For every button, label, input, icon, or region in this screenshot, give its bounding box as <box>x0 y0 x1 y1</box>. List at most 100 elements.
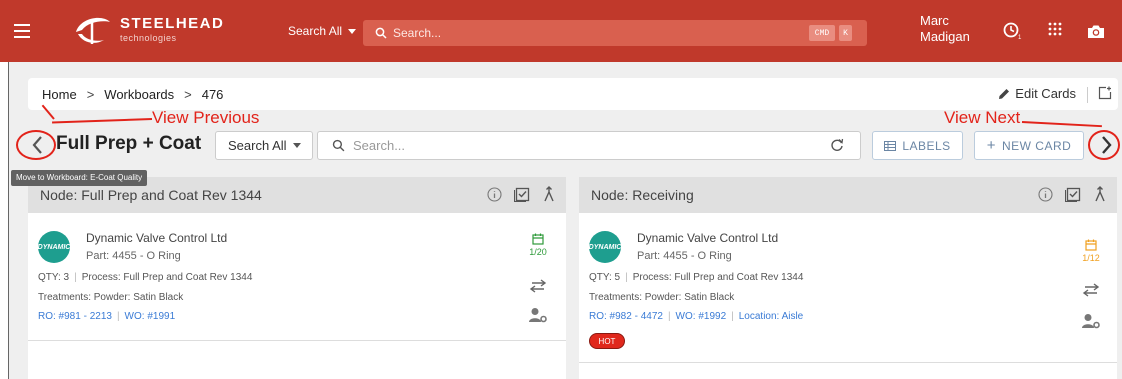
plus-icon: + <box>986 137 996 154</box>
history-icon[interactable]: 1 <box>1003 22 1025 40</box>
board-title: Full Prep + Coat <box>56 133 202 154</box>
card-details-line: QTY: 5 | Process: Full Prep and Coat Rev 1… <box>589 272 803 283</box>
location-link[interactable]: Location: Aisle <box>739 311 804 322</box>
steelhead-logo-icon[interactable] <box>72 12 112 48</box>
board-search-scope-dropdown[interactable]: Search All <box>215 131 313 160</box>
quantity: QTY: 5 <box>589 272 621 283</box>
swap-arrows-icon[interactable] <box>1081 283 1101 297</box>
due-date-count: 1/20 <box>529 247 547 257</box>
order-links: RO: #982 - 4472 | WO: #1992 | Location: Aisl… <box>589 311 803 322</box>
labels-button-label: LABELS <box>902 138 951 153</box>
brand-subtitle: technologies <box>120 33 177 43</box>
column-header: Node: Receiving <box>579 177 1117 213</box>
search-icon <box>375 27 387 39</box>
treatments: Treatments: Powder: Satin Black <box>38 292 184 303</box>
breadcrumb-bar: Home > Workboards > 476 Edit Cards <box>28 78 1118 110</box>
move-workboard-tooltip: Move to Workboard: E-Coat Quality <box>11 170 148 186</box>
treatments: Treatments: Powder: Satin Black <box>589 292 735 303</box>
search-icon <box>332 139 345 152</box>
top-bar: STEELHEAD technologies Search All CMD K … <box>0 0 1122 62</box>
view-previous-annotation: View Previous <box>152 108 260 127</box>
calendar-icon <box>532 233 544 245</box>
shortcut-k-key: K <box>839 25 852 41</box>
info-icon[interactable] <box>1038 186 1053 202</box>
refresh-icon[interactable] <box>830 138 844 152</box>
menu-icon[interactable] <box>14 24 30 38</box>
part-number: Part: 4455 - O Ring <box>637 250 732 262</box>
calendar-icon <box>1085 239 1097 251</box>
merge-icon[interactable] <box>542 186 556 202</box>
previous-workboard-button[interactable] <box>28 133 48 157</box>
camera-icon[interactable] <box>1087 24 1105 39</box>
hot-tag[interactable]: HOT <box>589 333 625 349</box>
job-card[interactable]: DYNAMIC Dynamic Valve Control Ltd Part: … <box>579 213 1117 363</box>
user-last-name: Madigan <box>920 29 970 44</box>
page-left-border <box>8 62 9 379</box>
customer-logo: DYNAMIC <box>38 231 70 263</box>
labels-button[interactable]: LABELS <box>872 131 963 160</box>
pipe-separator: | <box>74 272 77 283</box>
assign-user-icon[interactable] <box>528 307 548 323</box>
column-actions <box>1038 186 1107 202</box>
swap-arrows-icon[interactable] <box>528 279 548 293</box>
apps-grid-icon[interactable] <box>1048 22 1062 38</box>
board-search-input[interactable] <box>353 138 823 153</box>
assign-user-icon[interactable] <box>1081 313 1101 329</box>
customer-logo: DYNAMIC <box>589 231 621 263</box>
view-next-annotation: View Next <box>944 108 1021 127</box>
user-first-name: Marc <box>920 13 949 28</box>
global-search-input[interactable] <box>393 26 793 40</box>
divider <box>1087 87 1088 103</box>
column-title: Node: Receiving <box>591 187 694 203</box>
brand: STEELHEAD technologies <box>120 15 224 43</box>
chevron-down-icon <box>348 28 357 34</box>
due-date-indicator[interactable]: 1/12 <box>1079 239 1103 263</box>
checklist-icon[interactable] <box>1065 186 1081 202</box>
edit-cards-label: Edit Cards <box>1015 86 1076 101</box>
pipe-separator: | <box>667 311 671 322</box>
search-scope-dropdown[interactable]: Search All <box>288 24 357 38</box>
pipe-separator: | <box>116 311 120 322</box>
pencil-icon <box>999 88 1010 99</box>
breadcrumb-separator: > <box>184 86 192 102</box>
pipe-separator: | <box>731 311 734 322</box>
part-number: Part: 4455 - O Ring <box>86 250 181 262</box>
brand-name: STEELHEAD <box>120 15 225 32</box>
breadcrumb-home[interactable]: Home <box>42 87 77 102</box>
breadcrumb-workboards[interactable]: Workboards <box>104 87 174 102</box>
new-card-button-label: NEW CARD <box>1001 138 1072 153</box>
edit-cards-button[interactable]: Edit Cards <box>997 86 1076 101</box>
next-workboard-button[interactable] <box>1096 133 1116 157</box>
pipe-separator: | <box>625 272 628 283</box>
due-date-indicator[interactable]: 1/20 <box>526 233 550 257</box>
wo-link[interactable]: WO: #1991 <box>125 311 176 322</box>
quantity: QTY: 3 <box>38 272 70 283</box>
due-date-count: 1/12 <box>1082 253 1100 263</box>
breadcrumb-current: 476 <box>201 86 224 102</box>
board-search[interactable] <box>317 131 861 160</box>
new-card-button[interactable]: + NEW CARD <box>974 131 1084 160</box>
ro-link[interactable]: RO: #981 - 2213 <box>38 311 112 322</box>
column-actions <box>487 186 556 202</box>
checklist-icon[interactable] <box>514 186 530 202</box>
customer-name: Dynamic Valve Control Ltd <box>86 231 228 245</box>
search-scope-label: Search All <box>288 24 343 38</box>
breadcrumb-separator: > <box>86 86 95 102</box>
merge-icon[interactable] <box>1093 186 1107 202</box>
card-details-line: QTY: 3 | Process: Full Prep and Coat Rev 1… <box>38 272 252 283</box>
labels-icon <box>884 140 897 151</box>
workboard-column: Node: Receiving DYNAMIC Dynamic Valve Co… <box>579 177 1117 379</box>
add-card-icon[interactable] <box>1098 86 1112 100</box>
board-search-scope-label: Search All <box>228 138 287 153</box>
wo-link[interactable]: WO: #1992 <box>676 311 727 322</box>
global-search[interactable]: CMD K <box>363 20 867 46</box>
workboard-column: Node: Full Prep and Coat Rev 1344 DYNAMI… <box>28 177 566 379</box>
shortcut-cmd-key: CMD <box>809 25 835 41</box>
info-icon[interactable] <box>487 186 502 202</box>
chevron-down-icon <box>292 143 301 148</box>
ro-link[interactable]: RO: #982 - 4472 <box>589 311 663 322</box>
breadcrumb: Home > Workboards > 476 <box>42 87 223 102</box>
user-menu[interactable]: Marc Madigan <box>920 13 970 45</box>
job-card[interactable]: DYNAMIC Dynamic Valve Control Ltd Part: … <box>28 213 566 341</box>
process: Process: Full Prep and Coat Rev 1344 <box>632 272 804 283</box>
